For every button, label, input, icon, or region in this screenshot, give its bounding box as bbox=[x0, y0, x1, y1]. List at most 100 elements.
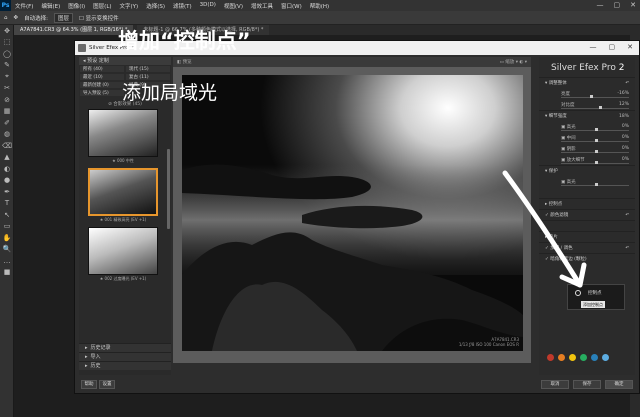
tool-icon[interactable]: … bbox=[0, 255, 14, 267]
menu-item[interactable]: 图像(I) bbox=[64, 2, 89, 10]
slider-track[interactable] bbox=[561, 106, 629, 109]
adjustment-slider-row[interactable]: 亮度 -16% bbox=[539, 88, 635, 99]
slider-track[interactable] bbox=[561, 161, 629, 164]
tab-document-1[interactable]: A7A7841.CR3 @ 64.3% (图层 1, RGB/16*) * bbox=[14, 25, 134, 35]
save-button[interactable]: 保存 bbox=[573, 380, 601, 389]
tool-icon[interactable]: ◯ bbox=[0, 48, 14, 60]
adjustment-slider-row[interactable]: ▣ 高光 0% bbox=[539, 121, 635, 132]
left-section-header[interactable]: ▸ 历史 bbox=[79, 361, 171, 370]
slider-handle[interactable] bbox=[599, 106, 603, 109]
menu-item[interactable]: 窗口(W) bbox=[277, 2, 306, 10]
color-filter-swatch[interactable] bbox=[547, 354, 554, 361]
layer-select[interactable]: 图层 bbox=[53, 12, 73, 23]
preset-item[interactable]: ★ 002 过度曝光 (EV +1) bbox=[86, 227, 160, 282]
adjustment-slider-row[interactable]: ▣ 阴影 0% bbox=[539, 143, 635, 154]
show-transform-label: 显示变换控件 bbox=[85, 15, 119, 22]
tool-icon[interactable]: ◍ bbox=[0, 129, 14, 141]
slider-handle[interactable] bbox=[595, 161, 598, 164]
menu-item[interactable]: 滤镜(T) bbox=[169, 2, 196, 10]
tool-icon[interactable]: ✋ bbox=[0, 232, 14, 244]
left-section-header[interactable]: ▸ 导入 bbox=[79, 352, 171, 361]
adjustment-section[interactable]: ▾ 细节强度 18% bbox=[539, 110, 635, 121]
color-filter-swatch[interactable] bbox=[580, 354, 587, 361]
tool-icon[interactable]: ⊘ bbox=[0, 94, 14, 106]
color-filter-swatch[interactable] bbox=[602, 354, 609, 361]
tool-icon[interactable]: ✥ bbox=[0, 25, 14, 37]
adjustment-slider-row[interactable]: 对比度 12% bbox=[539, 99, 635, 110]
close-button[interactable]: ✕ bbox=[630, 1, 636, 9]
tool-icon[interactable]: T bbox=[0, 198, 14, 210]
sef-close-button[interactable]: ✕ bbox=[627, 43, 633, 51]
tool-icon[interactable]: ▦ bbox=[0, 106, 14, 118]
adjustment-slider-row[interactable]: ▣ 中间 0% bbox=[539, 132, 635, 143]
home-icon[interactable]: ⌂ bbox=[4, 15, 8, 21]
presets-scrollbar[interactable] bbox=[167, 149, 170, 229]
color-filter-swatch[interactable] bbox=[591, 354, 598, 361]
slider-handle[interactable] bbox=[595, 150, 598, 153]
minimize-button[interactable]: — bbox=[597, 1, 604, 9]
preset-category[interactable]: 导入预设 (5) bbox=[79, 89, 125, 97]
menu-item[interactable]: 3D(D) bbox=[196, 2, 220, 10]
menu-item[interactable]: 视图(V) bbox=[220, 2, 247, 10]
adjustment-value: 0% bbox=[621, 146, 629, 151]
menu-item[interactable]: 图层(L) bbox=[89, 2, 115, 10]
tool-icon[interactable]: ✒ bbox=[0, 186, 14, 198]
menu-item[interactable]: 选择(S) bbox=[142, 2, 169, 10]
auto-select-label[interactable]: 自动选择: bbox=[24, 14, 48, 22]
menu-item[interactable]: 文件(F) bbox=[11, 2, 37, 10]
tool-icon[interactable]: ▲ bbox=[0, 152, 14, 164]
sef-maximize-button[interactable]: ▢ bbox=[609, 43, 616, 51]
tool-icon[interactable]: ⌖ bbox=[0, 71, 14, 83]
preset-category[interactable]: 最近 (10) bbox=[79, 73, 125, 81]
ok-button[interactable]: 确定 bbox=[605, 380, 633, 389]
slider-handle[interactable] bbox=[595, 128, 598, 131]
menu-item[interactable]: 帮助(H) bbox=[306, 2, 333, 10]
zoom-control[interactable]: ▭ 缩放 ▾ ◐ ▾ bbox=[500, 59, 527, 65]
adjustment-section[interactable]: ▾ 调整整体 ↶ bbox=[539, 77, 635, 88]
slider-track[interactable] bbox=[561, 150, 629, 153]
preview-toggle[interactable]: ◧ 预览 bbox=[177, 59, 192, 65]
tool-icon[interactable]: ✂ bbox=[0, 83, 14, 95]
slider-handle[interactable] bbox=[595, 139, 598, 142]
slider-track[interactable] bbox=[561, 128, 629, 131]
menu-item[interactable]: 增效工具 bbox=[247, 2, 277, 10]
show-transform-checkbox[interactable]: ☐ 显示变换控件 bbox=[79, 14, 119, 22]
preset-category[interactable]: 最新创建 (0) bbox=[79, 81, 125, 89]
adjustment-slider-row[interactable]: ▣ 放大细节 0% bbox=[539, 154, 635, 165]
help-button[interactable]: 帮助 bbox=[81, 380, 97, 389]
preset-thumbnail[interactable] bbox=[88, 109, 158, 157]
preset-category[interactable]: 所有 (40) bbox=[79, 65, 125, 73]
tool-icon[interactable]: ✎ bbox=[0, 60, 14, 72]
tool-icon[interactable]: ■ bbox=[0, 267, 14, 279]
preset-thumbnail[interactable] bbox=[88, 168, 158, 216]
tool-icon[interactable]: ▭ bbox=[0, 221, 14, 233]
preset-header[interactable]: ◂ 预设 定制 bbox=[79, 57, 171, 65]
tool-icon[interactable]: ↖ bbox=[0, 209, 14, 221]
tool-icon[interactable]: ⌫ bbox=[0, 140, 14, 152]
preset-thumbnail[interactable] bbox=[88, 227, 158, 275]
brand-title: Silver Efex Pro 2 bbox=[539, 57, 635, 77]
menu-item[interactable]: 编辑(E) bbox=[37, 2, 64, 10]
menu-item[interactable]: 文字(Y) bbox=[116, 2, 143, 10]
left-section-header[interactable]: ▸ 历史记录 bbox=[79, 343, 171, 352]
preset-item[interactable]: ★ 000 中性 bbox=[86, 109, 160, 164]
color-filter-swatch[interactable] bbox=[569, 354, 576, 361]
tool-icon[interactable]: ⬚ bbox=[0, 37, 14, 49]
tool-icon[interactable]: ● bbox=[0, 175, 14, 187]
tool-icon[interactable]: ◐ bbox=[0, 163, 14, 175]
slider-track[interactable] bbox=[561, 95, 629, 98]
tool-icon[interactable]: 🔍 bbox=[0, 244, 14, 256]
preset-category-label: 所有 (40) bbox=[83, 67, 103, 72]
color-filter-swatch[interactable] bbox=[558, 354, 565, 361]
cancel-button[interactable]: 取消 bbox=[541, 380, 569, 389]
move-tool-icon[interactable]: ✥ bbox=[14, 15, 19, 21]
sef-minimize-button[interactable]: — bbox=[590, 43, 597, 51]
preset-item[interactable]: ★ 001 精致高亮 (EV +1) bbox=[86, 168, 160, 223]
preview-image[interactable]: A7A7841.CR3 1/13 ƒ/8 ISO 100 Canon EOS R bbox=[182, 75, 523, 351]
preset-category[interactable]: 现代 (15) bbox=[125, 65, 171, 73]
settings-button[interactable]: 设置 bbox=[99, 380, 115, 389]
slider-track[interactable] bbox=[561, 139, 629, 142]
slider-handle[interactable] bbox=[589, 95, 593, 98]
maximize-button[interactable]: ▢ bbox=[614, 1, 621, 9]
tool-icon[interactable]: ✐ bbox=[0, 117, 14, 129]
